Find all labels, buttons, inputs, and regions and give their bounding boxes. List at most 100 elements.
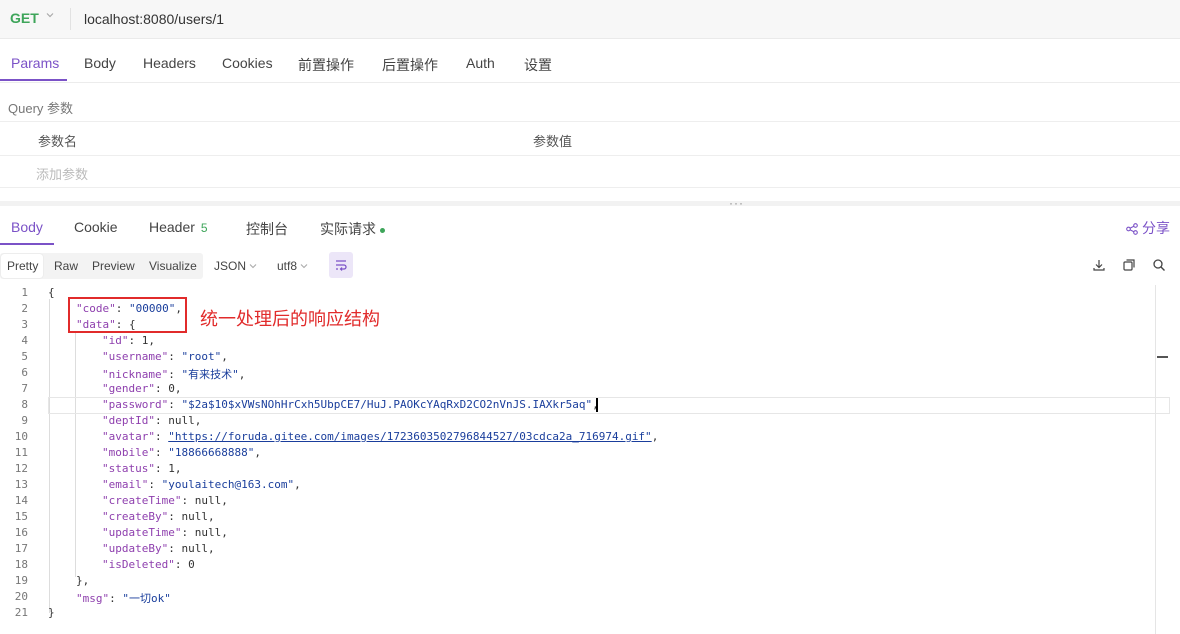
active-response-tab-indicator [0,243,54,245]
type-select[interactable]: JSON [214,259,257,273]
annotation-box [68,297,187,333]
column-param-name: 参数名 [38,134,78,149]
code-line: "deptId": null, [102,414,202,427]
line-number: 8 [21,398,28,411]
line-number: 10 [14,430,28,443]
tab-response-header-label: Header [149,219,195,235]
tab-body[interactable]: Body [84,55,116,71]
code-line: "nickname": "有来技术", [102,368,246,381]
copy-icon[interactable] [1122,258,1136,272]
format-switcher: Pretty Raw Preview Visualize [0,253,203,279]
encoding-select-value: utf8 [277,259,298,273]
response-tabs: Body Cookie Header 5 控制台 实际请求 [0,210,1180,246]
method-select[interactable]: GET [10,10,39,26]
tab-params[interactable]: Params [11,55,59,71]
tab-actual-request-label: 实际请求 [320,221,376,237]
code-line: "isDeleted": 0 [102,558,195,571]
tab-response-header[interactable]: Header 5 [149,219,208,235]
request-tabs: Params Body Headers Cookies 前置操作 后置操作 Au… [0,44,1180,83]
code-line: "createBy": null, [102,510,215,523]
add-param-input[interactable]: 添加参数 [36,164,88,183]
format-pretty[interactable]: Pretty [7,259,38,273]
add-param-row[interactable] [0,154,1180,188]
tab-settings[interactable]: 设置 [524,55,552,75]
code-line: "avatar": "https://foruda.gitee.com/imag… [102,430,659,443]
line-number: 9 [21,414,28,427]
chevron-down-icon [249,264,257,269]
indent-guide [49,299,50,613]
url-input[interactable]: localhost:8080/users/1 [84,11,224,27]
annotation-text: 统一处理后的响应结构 [200,309,380,330]
scrollbar-marker [1157,356,1168,358]
code-line: "mobile": "18866668888", [102,446,261,459]
tab-response-cookie[interactable]: Cookie [74,219,118,235]
avatar-link[interactable]: "https://foruda.gitee.com/images/1723603… [168,430,651,443]
line-number: 19 [14,574,28,587]
code-line: } [48,606,55,619]
tab-post-request[interactable]: 后置操作 [382,55,438,75]
share-icon [1126,223,1138,235]
line-number: 4 [21,334,28,347]
url-bar: GET localhost:8080/users/1 [0,0,1180,39]
tab-actual-request[interactable]: 实际请求 [320,219,385,239]
line-number: 6 [21,366,28,379]
code-line: "id": 1, [102,334,155,347]
code-line: "createTime": null, [102,494,228,507]
line-number: 15 [14,510,28,523]
status-dot-icon [380,227,385,233]
vertical-scrollbar[interactable] [1155,285,1169,634]
text-cursor [596,398,598,412]
line-number: 3 [21,318,28,331]
tab-console[interactable]: 控制台 [246,219,288,239]
code-line: "password": "$2a$10$xVWsNOhHrCxh5UbpCE7/… [102,398,599,411]
query-params-label: Query 参数 [8,101,74,116]
code-line: "updateTime": null, [102,526,228,539]
response-toolbar: Pretty Raw Preview Visualize JSON utf8 [0,252,1180,280]
response-code-editor[interactable]: 1 2 3 4 5 6 7 8 9 10 11 12 13 14 15 16 1… [0,285,1170,634]
code-line: "username": "root", [102,350,228,363]
code-line: }, [76,574,90,587]
download-icon[interactable] [1092,258,1106,272]
header-count-badge: 5 [200,221,208,235]
code-line: "email": "youlaitech@163.com", [102,478,301,491]
tab-pre-request[interactable]: 前置操作 [298,55,354,75]
indent-guide [75,331,76,577]
line-number: 2 [21,302,28,315]
format-raw[interactable]: Raw [54,259,78,273]
search-icon[interactable] [1152,258,1166,272]
line-number: 18 [14,558,28,571]
tab-auth[interactable]: Auth [466,55,495,71]
encoding-select[interactable]: utf8 [277,259,308,273]
line-number: 21 [14,606,28,619]
code-line: { [48,286,55,299]
code-line: "updateBy": null, [102,542,215,555]
wrap-icon [336,260,347,271]
word-wrap-button[interactable] [329,252,353,278]
format-visualize[interactable]: Visualize [149,259,197,273]
share-label: 分享 [1142,220,1170,236]
pane-splitter[interactable] [0,201,1180,206]
line-number: 5 [21,350,28,363]
line-number: 1 [21,286,28,299]
format-preview[interactable]: Preview [92,259,135,273]
tab-response-body[interactable]: Body [11,219,43,235]
tab-cookies[interactable]: Cookies [222,55,273,71]
line-number: 16 [14,526,28,539]
code-line: "status": 1, [102,462,182,475]
line-number: 17 [14,542,28,555]
line-number: 13 [14,478,28,491]
line-number: 7 [21,382,28,395]
active-tab-indicator [0,79,67,81]
line-number: 14 [14,494,28,507]
drag-handle-icon[interactable]: ··· [729,196,744,210]
chevron-down-icon[interactable] [46,11,54,19]
column-param-value: 参数值 [533,134,573,149]
code-line: "gender": 0, [102,382,182,395]
tab-headers[interactable]: Headers [143,55,196,71]
type-select-value: JSON [214,259,247,273]
share-button[interactable]: 分享 [1126,218,1170,238]
chevron-down-icon [300,264,308,269]
line-number: 20 [14,590,28,603]
params-table-header: 参数名 参数值 [0,121,1180,156]
divider [70,8,71,30]
